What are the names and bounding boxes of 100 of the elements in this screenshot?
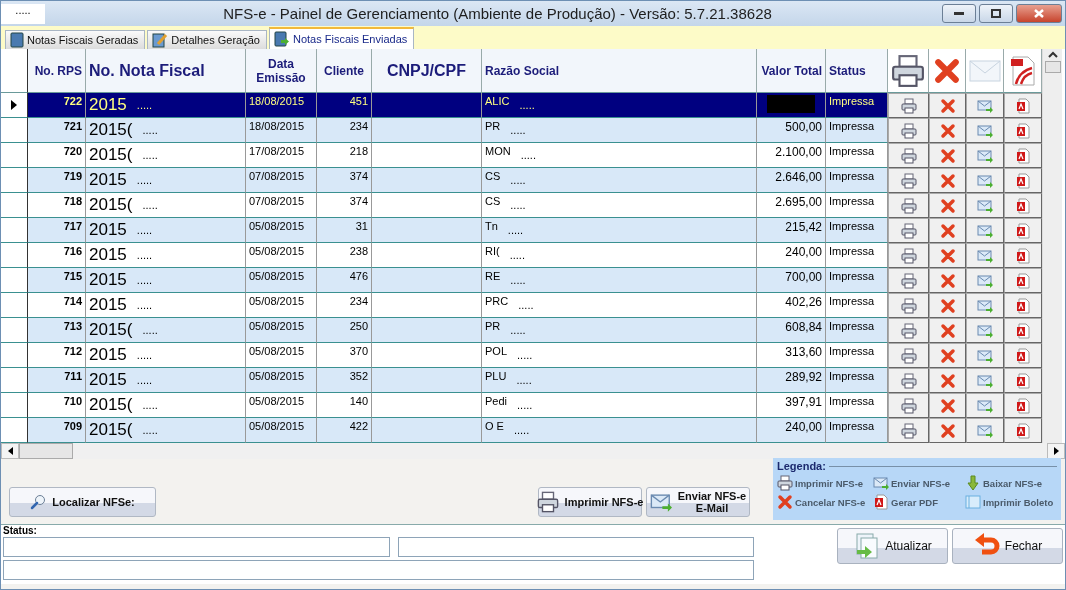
pdf-row-button[interactable] [1004,118,1042,143]
tab[interactable]: Notas Fiscais Enviadas [268,27,415,49]
print-row-button[interactable] [888,193,929,218]
close-window-button[interactable]: Fechar [952,528,1063,564]
cancel-row-button[interactable] [929,193,966,218]
row-indicator-cell[interactable] [1,318,28,343]
email-row-button[interactable] [966,293,1004,318]
cancel-row-button[interactable] [929,143,966,168]
print-row-button[interactable] [888,368,929,393]
print-row-button[interactable] [888,93,929,118]
row-indicator-cell[interactable] [1,418,28,443]
pdf-row-button[interactable] [1004,393,1042,418]
scroll-left-button[interactable] [1,443,19,459]
print-row-button[interactable] [888,118,929,143]
print-row-button[interactable] [888,168,929,193]
pdf-row-button[interactable] [1004,293,1042,318]
email-row-button[interactable] [966,318,1004,343]
scrollbar-thumb[interactable] [19,443,73,459]
row-indicator-cell[interactable] [1,393,28,418]
row-indicator-cell[interactable] [1,243,28,268]
scrollbar-thumb[interactable] [1044,61,1061,73]
table-cell: RE [485,270,501,282]
printer-icon [777,475,793,491]
pdf-row-button[interactable] [1004,343,1042,368]
status-field[interactable] [3,537,390,557]
cancel-row-button[interactable] [929,168,966,193]
minimize-button[interactable] [942,4,976,23]
print-row-button[interactable] [888,243,929,268]
print-button[interactable]: Imprimir NFS-e [538,487,642,517]
row-indicator-cell[interactable] [1,168,28,193]
cancel-row-button[interactable] [929,293,966,318]
email-row-button[interactable] [966,393,1004,418]
cancel-row-button[interactable] [929,418,966,443]
print-row-button[interactable] [888,393,929,418]
print-row-button[interactable] [888,343,929,368]
print-row-button[interactable] [888,143,929,168]
scroll-right-button[interactable] [1047,443,1065,459]
cancel-row-button[interactable] [929,118,966,143]
email-row-button[interactable] [966,343,1004,368]
masked-text: ..... [136,224,153,236]
pdf-row-button[interactable] [1004,318,1042,343]
email-row-button[interactable] [966,368,1004,393]
pdf-row-button[interactable] [1004,93,1042,118]
row-indicator-cell[interactable] [1,143,28,168]
pdf-row-button[interactable] [1004,143,1042,168]
vertical-scrollbar[interactable] [1042,49,1062,443]
table-cell: 289,92 [785,370,822,384]
cancel-row-button[interactable] [929,243,966,268]
down-arrow-icon [965,475,981,491]
row-indicator-cell[interactable] [1,368,28,393]
cancel-row-button[interactable] [929,218,966,243]
pdf-row-button[interactable] [1004,168,1042,193]
horizontal-scrollbar[interactable] [1,443,1065,459]
table-cell: 18/08/2015 [246,93,317,118]
cancel-row-button[interactable] [929,343,966,368]
close-button[interactable] [1016,4,1062,23]
refresh-button[interactable]: Atualizar [837,528,948,564]
print-row-button[interactable] [888,418,929,443]
row-indicator-cell[interactable] [1,293,28,318]
status-field[interactable] [398,537,754,557]
email-row-button[interactable] [966,268,1004,293]
email-row-button[interactable] [966,168,1004,193]
pdf-row-button[interactable] [1004,243,1042,268]
print-row-button[interactable] [888,268,929,293]
maximize-button[interactable] [979,4,1013,23]
print-row-button[interactable] [888,218,929,243]
cancel-row-button[interactable] [929,393,966,418]
cancel-row-button[interactable] [929,268,966,293]
status-field[interactable] [3,560,754,580]
email-row-button[interactable] [966,218,1004,243]
print-row-button[interactable] [888,293,929,318]
pdf-row-button[interactable] [1004,368,1042,393]
row-indicator-cell[interactable] [1,268,28,293]
email-button[interactable]: Enviar NFS-e E-Mail [646,487,750,517]
envelope-icon [977,197,993,214]
row-indicator-cell[interactable] [1,343,28,368]
masked-text: ..... [507,224,524,236]
tab[interactable]: Detalhes Geração [147,30,267,49]
row-indicator-cell[interactable] [1,218,28,243]
right-arrow-icon [1053,447,1059,455]
email-row-button[interactable] [966,243,1004,268]
pdf-row-button[interactable] [1004,193,1042,218]
cancel-row-button[interactable] [929,368,966,393]
email-row-button[interactable] [966,193,1004,218]
cancel-row-button[interactable] [929,318,966,343]
row-indicator-cell[interactable] [1,118,28,143]
email-row-button[interactable] [966,418,1004,443]
search-button[interactable]: Localizar NFSe: [9,487,156,517]
pdf-row-button[interactable] [1004,418,1042,443]
pdf-row-button[interactable] [1004,218,1042,243]
email-row-button[interactable] [966,93,1004,118]
email-row-button[interactable] [966,143,1004,168]
email-row-button[interactable] [966,118,1004,143]
print-row-button[interactable] [888,318,929,343]
pdf-row-button[interactable] [1004,268,1042,293]
row-indicator-cell[interactable] [1,93,28,118]
cancel-row-button[interactable] [929,93,966,118]
row-indicator-cell[interactable] [1,193,28,218]
tab[interactable]: Notas Fiscais Geradas [5,30,146,49]
table-cell: 718 [28,193,86,218]
